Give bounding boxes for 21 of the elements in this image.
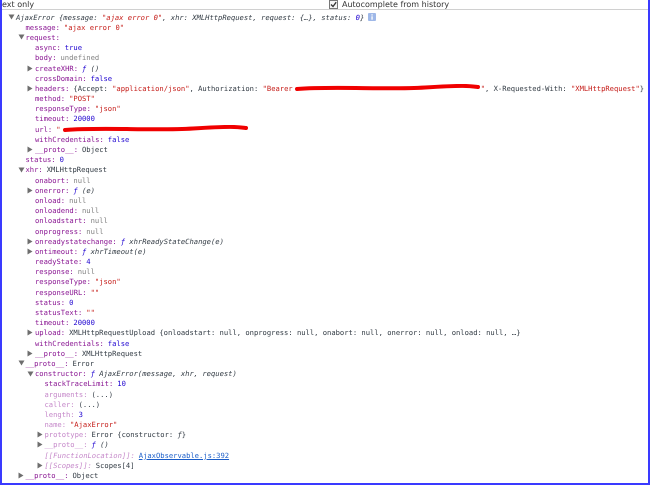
collapsed-arrow-icon[interactable] [27,84,33,92]
collapsed-arrow-icon[interactable] [27,350,33,357]
collapsed-arrow-icon[interactable] [18,472,24,480]
checkbox-label[interactable]: Autocomplete from history [342,0,450,9]
collapsed-arrow-icon[interactable] [27,248,33,255]
option-label: ext only [2,0,36,9]
expanded-arrow-icon[interactable] [18,166,24,173]
expanded-arrow-icon[interactable] [18,34,24,40]
collapsed-arrow-icon[interactable] [27,329,33,336]
expanded-arrow-icon[interactable] [8,14,15,20]
checkbox[interactable] [329,0,338,9]
collapsed-arrow-icon[interactable] [36,431,42,438]
expanded-arrow-icon[interactable] [27,370,34,377]
collapsed-arrow-icon[interactable] [27,146,33,154]
collapsed-arrow-icon[interactable] [27,186,33,194]
expanded-arrow-icon[interactable] [18,360,24,366]
checkmark-icon [330,1,337,8]
collapsed-arrow-icon[interactable] [36,441,42,448]
collapsed-arrow-icon[interactable] [36,462,42,469]
collapsed-arrow-icon[interactable] [27,238,33,245]
collapsed-arrow-icon[interactable] [27,64,33,72]
